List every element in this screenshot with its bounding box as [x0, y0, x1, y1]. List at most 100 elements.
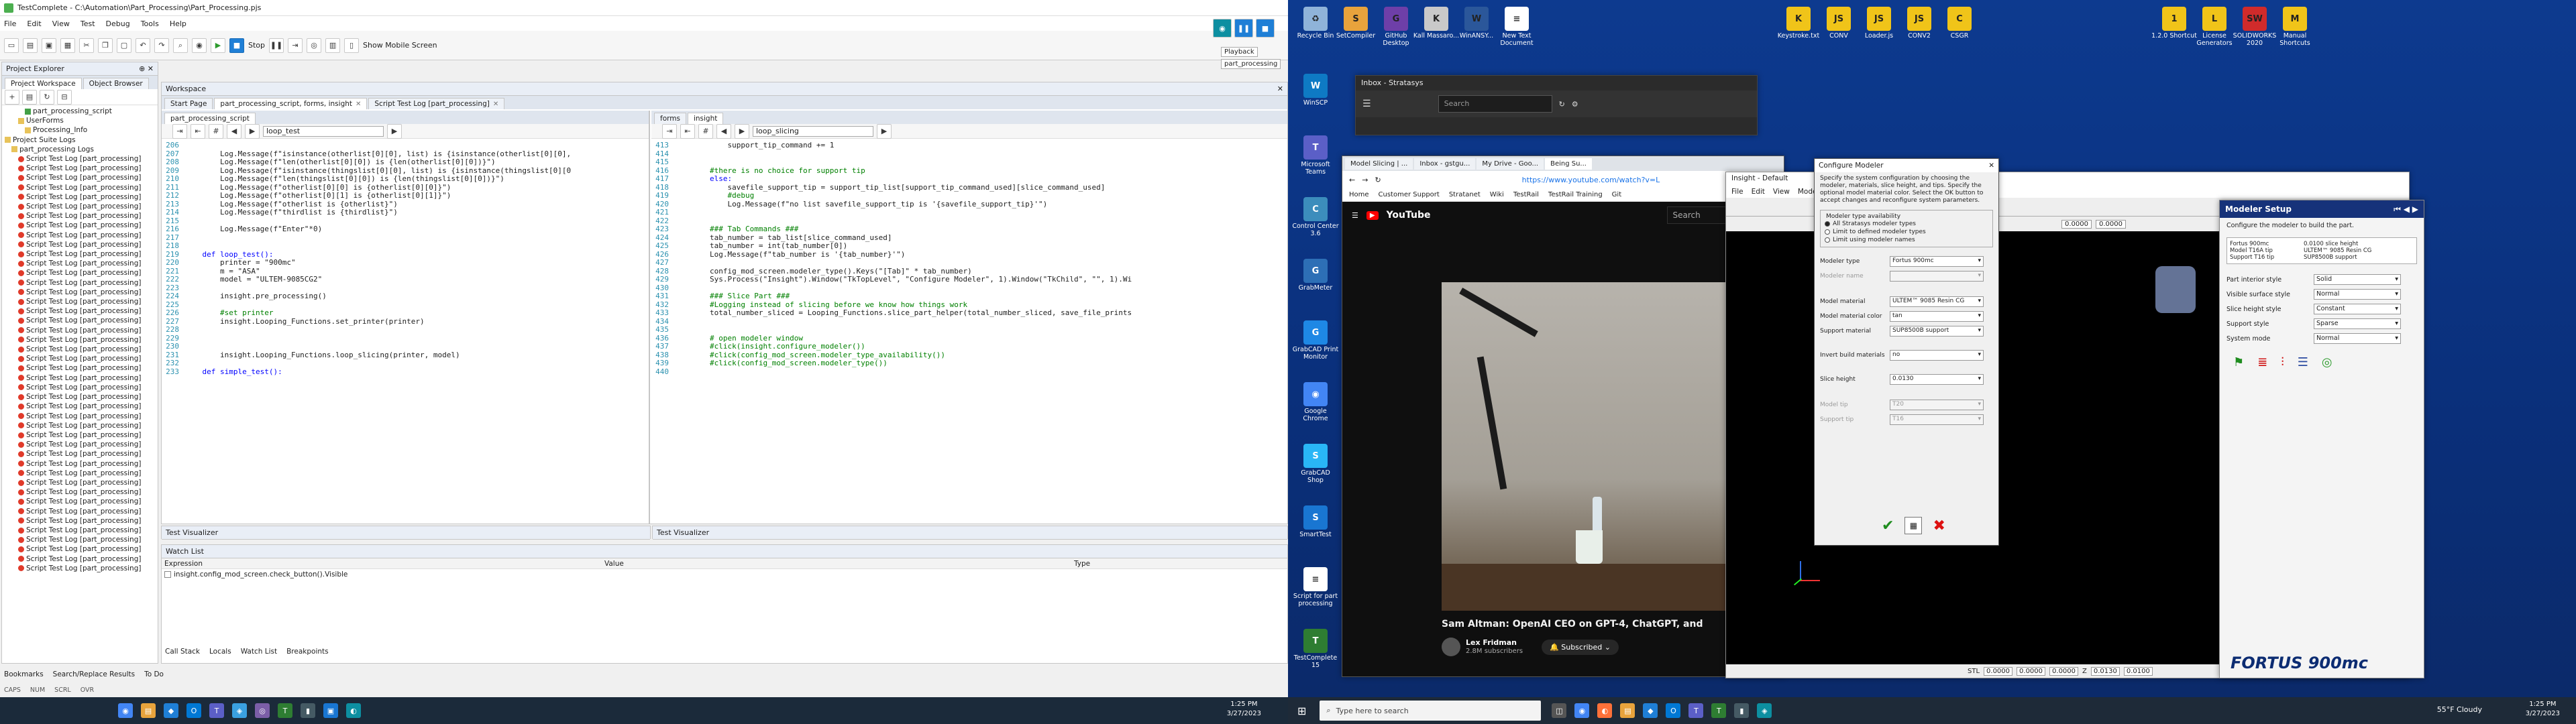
log-item[interactable]: Script Test Log [part_processing]: [5, 440, 158, 449]
tab-bookmarks[interactable]: Bookmarks: [4, 670, 44, 678]
tab-forms[interactable]: forms: [654, 113, 686, 124]
log-item[interactable]: Script Test Log [part_processing]: [5, 173, 158, 182]
log-item[interactable]: Script Test Log [part_processing]: [5, 487, 158, 497]
youtube-logo-icon[interactable]: ▶: [1366, 210, 1379, 220]
desktop-icon[interactable]: C CSGR: [1936, 7, 1983, 40]
firefox-icon[interactable]: ◐: [1597, 703, 1613, 718]
log-item[interactable]: Script Test Log [part_processing]: [5, 402, 158, 411]
cancel-x-icon[interactable]: ✖: [1933, 518, 1945, 534]
vscode-icon[interactable]: ◆: [164, 703, 178, 718]
log-item[interactable]: Script Test Log [part_processing]: [5, 164, 158, 173]
log-item[interactable]: Script Test Log [part_processing]: [5, 430, 158, 440]
log-item[interactable]: Script Test Log [part_processing]: [5, 183, 158, 192]
watch-row[interactable]: insight.config_mod_screen.check_button()…: [162, 569, 1287, 580]
keyword-icon[interactable]: ▥: [325, 38, 341, 53]
vscode-icon[interactable]: ◆: [1643, 703, 1658, 718]
log-item[interactable]: Script Test Log [part_processing]: [5, 316, 158, 325]
forward-icon[interactable]: ▶: [735, 123, 749, 139]
bookmark[interactable]: TestRail Training: [1548, 191, 1603, 198]
app-icon[interactable]: ◈: [232, 703, 247, 718]
flag-icon[interactable]: ⚑: [2233, 355, 2244, 369]
tree-item[interactable]: Processing_Info: [5, 125, 158, 135]
log-item[interactable]: Script Test Log [part_processing]: [5, 240, 158, 249]
tree-item[interactable]: part_processing_script: [5, 107, 158, 116]
forward-icon[interactable]: ▶: [245, 123, 260, 139]
run-routine-icon[interactable]: ▶: [387, 123, 402, 139]
chrome-icon[interactable]: ◉: [118, 703, 133, 718]
mobile-icon[interactable]: ▯: [344, 38, 360, 53]
watch-checkbox[interactable]: [164, 571, 171, 578]
explorer-add-icon[interactable]: +: [5, 89, 19, 105]
log-item[interactable]: Script Test Log [part_processing]: [5, 507, 158, 516]
tree-item[interactable]: part_processing Logs: [5, 145, 158, 154]
weather[interactable]: 55°F Cloudy: [2437, 705, 2482, 714]
log-item[interactable]: Script Test Log [part_processing]: [5, 535, 158, 544]
insight-status-z[interactable]: 0.0000: [2049, 666, 2079, 676]
desktop-icon[interactable]: W WinSCP: [1292, 74, 1339, 107]
outlook-icon[interactable]: O: [186, 703, 201, 718]
chrome-icon[interactable]: ◉: [1574, 703, 1590, 718]
ok-check-icon[interactable]: ✔: [1882, 518, 1894, 534]
log-item[interactable]: Script Test Log [part_processing]: [5, 469, 158, 478]
browser-tab[interactable]: Inbox - gstgu...: [1414, 158, 1476, 170]
log-item[interactable]: Script Test Log [part_processing]: [5, 544, 158, 554]
tab-object-browser[interactable]: Object Browser: [83, 78, 149, 89]
menu-test[interactable]: Test: [80, 19, 95, 28]
layers-icon[interactable]: ≣: [2257, 355, 2267, 369]
menu-tools[interactable]: Tools: [141, 19, 159, 28]
explorer-refresh-icon[interactable]: ↻: [40, 89, 54, 105]
outlook-icon[interactable]: O: [1666, 703, 1681, 718]
tab-search-replace[interactable]: Search/Replace Results: [53, 670, 135, 678]
config-field-value[interactable]: 0.0130 ▾: [1890, 374, 1984, 385]
insight-menu-view[interactable]: View: [1773, 188, 1790, 196]
menu-file[interactable]: File: [4, 19, 16, 28]
watch-col-type[interactable]: Type: [1074, 560, 1090, 568]
log-item[interactable]: Script Test Log [part_processing]: [5, 221, 158, 230]
insight-coord[interactable]: 0.0000: [2061, 219, 2092, 229]
desktop-icon[interactable]: M Manual Shortcuts: [2271, 7, 2318, 47]
menu-icon[interactable]: ☰: [1362, 99, 1371, 109]
tab-log[interactable]: Script Test Log [part_processing] ✕: [368, 98, 505, 109]
close-icon[interactable]: ✕: [493, 101, 498, 108]
desktop-icon[interactable]: C Control Center 3.6: [1292, 197, 1339, 237]
log-item[interactable]: Script Test Log [part_processing]: [5, 449, 158, 459]
log-item[interactable]: Script Test Log [part_processing]: [5, 497, 158, 506]
stack-icon[interactable]: ☰: [2298, 355, 2308, 369]
close-icon[interactable]: ✕: [356, 101, 361, 108]
log-item[interactable]: Script Test Log [part_processing]: [5, 231, 158, 240]
explorer-folder-icon[interactable]: ▤: [22, 89, 37, 105]
hamburger-icon[interactable]: ☰: [1352, 211, 1358, 220]
menu-debug[interactable]: Debug: [106, 19, 130, 28]
bookmark[interactable]: Git: [1612, 191, 1621, 198]
cut-icon[interactable]: ✂: [79, 38, 94, 53]
log-item[interactable]: Script Test Log [part_processing]: [5, 459, 158, 469]
log-item[interactable]: Script Test Log [part_processing]: [5, 373, 158, 383]
radio-icon[interactable]: [1825, 237, 1830, 243]
playback-icon[interactable]: ◉: [1213, 19, 1232, 38]
app3-icon[interactable]: ▣: [323, 703, 338, 718]
desktop-icon[interactable]: ≡ New Text Document: [1493, 7, 1540, 47]
config-field-value[interactable]: ULTEM™ 9085 Resin CG ▾: [1890, 296, 1984, 307]
nav-arrows-icon[interactable]: ⏮ ◀ ▶: [2394, 204, 2418, 215]
app2-icon[interactable]: ◎: [255, 703, 270, 718]
taskbar-search[interactable]: ⌕ Type here to search: [1320, 701, 1542, 721]
explorer-icon[interactable]: ▤: [1620, 703, 1635, 718]
menu-help[interactable]: Help: [170, 19, 186, 28]
outdent-icon[interactable]: ⇤: [191, 123, 205, 139]
back-icon[interactable]: ◀: [227, 123, 241, 139]
watch-col-expression[interactable]: Expression: [162, 560, 604, 568]
config-field-value[interactable]: T20 ▾: [1890, 400, 1984, 410]
radio-option[interactable]: Limit using modeler names: [1825, 236, 1988, 244]
explorer-collapse-icon[interactable]: ⊟: [57, 89, 72, 105]
config-field-value[interactable]: SUP8500B support ▾: [1890, 326, 1984, 337]
log-item[interactable]: Script Test Log [part_processing]: [5, 192, 158, 202]
setup-field-value[interactable]: Normal ▾: [2314, 289, 2401, 300]
run-icon[interactable]: ▶: [211, 38, 225, 53]
insight-coord[interactable]: 0.0000: [2096, 219, 2126, 229]
tab-part-processing-script[interactable]: part_processing_script: [164, 113, 256, 124]
teams-icon[interactable]: T: [1688, 703, 1704, 718]
setup-field-value[interactable]: Solid ▾: [2314, 274, 2401, 285]
tab-watch-list[interactable]: Watch List: [241, 648, 277, 656]
log-item[interactable]: Script Test Log [part_processing]: [5, 268, 158, 278]
insight-status-tol[interactable]: 0.0100: [2123, 666, 2153, 676]
